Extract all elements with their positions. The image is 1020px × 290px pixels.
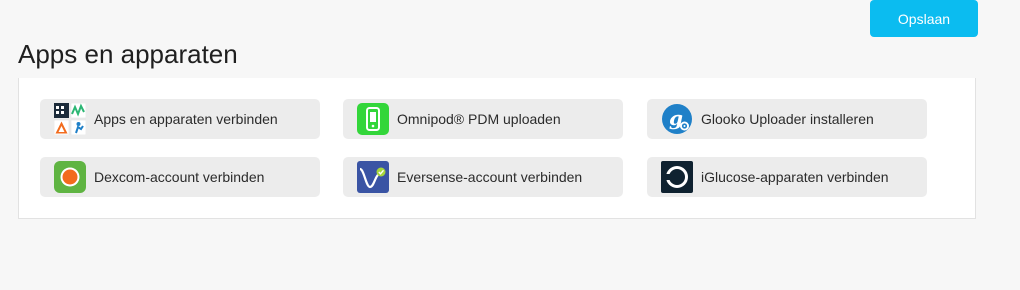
- tile-label: Glooko Uploader installeren: [701, 111, 874, 127]
- glooko-uploader-install-tile[interactable]: g Glooko Uploader installeren: [647, 99, 927, 139]
- eversense-connect-tile[interactable]: Eversense-account verbinden: [343, 157, 623, 197]
- dexcom-icon: [54, 161, 86, 193]
- eversense-icon: [357, 161, 389, 193]
- dexcom-connect-tile[interactable]: Dexcom-account verbinden: [40, 157, 320, 197]
- tile-label: Apps en apparaten verbinden: [94, 111, 278, 127]
- connect-apps-devices-tile[interactable]: Apps en apparaten verbinden: [40, 99, 320, 139]
- glooko-uploader-icon: g: [661, 103, 693, 135]
- tile-label: Omnipod® PDM uploaden: [397, 111, 561, 127]
- iglucose-icon: [661, 161, 693, 193]
- apps-devices-panel: Apps en apparaten verbinden Omnipod® PDM…: [18, 78, 976, 219]
- omnipod-pdm-icon: [357, 103, 389, 135]
- apps-grid-icon: [54, 103, 86, 135]
- tile-label: Eversense-account verbinden: [397, 169, 583, 185]
- page-title: Apps en apparaten: [18, 39, 238, 69]
- save-button[interactable]: Opslaan: [870, 0, 978, 37]
- tile-label: iGlucose-apparaten verbinden: [701, 169, 889, 185]
- iglucose-connect-tile[interactable]: iGlucose-apparaten verbinden: [647, 157, 927, 197]
- tile-label: Dexcom-account verbinden: [94, 169, 265, 185]
- omnipod-pdm-upload-tile[interactable]: Omnipod® PDM uploaden: [343, 99, 623, 139]
